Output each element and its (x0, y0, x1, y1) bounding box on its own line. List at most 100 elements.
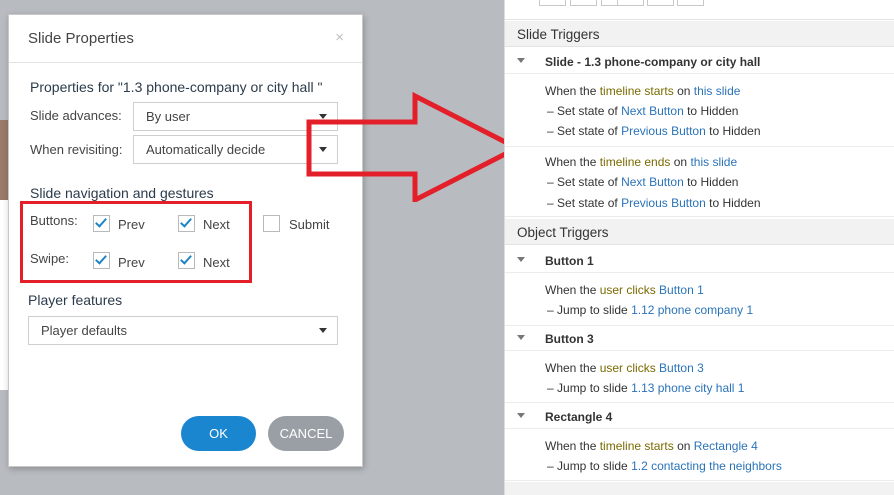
trigger-when-text: When the (545, 361, 600, 375)
object-trigger-group[interactable]: Rectangle 4 (505, 404, 894, 429)
buttons-next-label: Next (203, 217, 230, 232)
trigger-event: timeline ends (599, 155, 671, 169)
toolbar-button[interactable] (539, 0, 566, 6)
jump-slide-link[interactable]: 1.13 phone city hall 1 (631, 381, 744, 395)
slide-triggers-header[interactable]: Slide Triggers (505, 21, 894, 47)
submit-label: Submit (289, 217, 330, 232)
object-trigger-group[interactable]: Button 3 (505, 326, 894, 351)
trigger-event: timeline starts (599, 439, 674, 453)
trigger-condition: When the user clicks Button 1 (545, 283, 704, 297)
trigger-action: – Set state of Next Button to Hidden (547, 175, 739, 189)
checkmark-icon (95, 215, 107, 228)
object-trigger-group[interactable]: Button 1 (505, 248, 894, 273)
trigger-block[interactable] (505, 429, 894, 481)
submit-checkbox[interactable] (263, 215, 280, 232)
trigger-action: – Jump to slide 1.13 phone city hall 1 (547, 381, 745, 395)
action-state: Hidden (722, 124, 761, 138)
slide-advances-value: By user (146, 109, 191, 124)
trigger-target-link[interactable]: Rectangle 4 (694, 439, 758, 453)
action-to-text: to (683, 104, 701, 118)
action-state: Hidden (722, 196, 761, 210)
object-name: Rectangle 4 (545, 410, 613, 424)
collapse-triangle-icon[interactable] (517, 257, 525, 262)
checkmark-icon (180, 215, 192, 228)
trigger-event: user clicks (599, 361, 656, 375)
trigger-when-text: When the (545, 155, 600, 169)
swipe-prev-checkbox[interactable] (93, 252, 110, 269)
action-text: Set state of (557, 104, 622, 118)
action-text: Set state of (557, 124, 622, 138)
jump-slide-link[interactable]: 1.2 contacting the neighbors (631, 459, 782, 473)
action-object-link[interactable]: Next Button (621, 104, 684, 118)
next-section-header[interactable] (505, 482, 894, 495)
cancel-button[interactable]: CANCEL (268, 416, 344, 451)
swipe-prev-label: Prev (118, 255, 145, 270)
collapse-triangle-icon[interactable] (517, 58, 525, 63)
annotation-arrow-icon (306, 92, 523, 202)
trigger-action: – Set state of Next Button to Hidden (547, 104, 739, 118)
slide-advances-label: Slide advances: (30, 108, 122, 123)
checkmark-icon (95, 252, 107, 265)
trigger-block[interactable] (505, 273, 894, 326)
player-features-title: Player features (28, 292, 123, 308)
slide-trigger-group[interactable]: Slide - 1.3 phone-company or city hall (505, 49, 894, 74)
toolbar-button[interactable] (617, 0, 644, 6)
close-icon[interactable]: × (335, 29, 344, 46)
object-name: Button 1 (545, 254, 594, 268)
triggers-panel: Slide Triggers Slide - 1.3 phone-company… (504, 0, 894, 495)
trigger-on-text: on (673, 84, 694, 98)
dialog-titlebar: Slide Properties × (9, 15, 362, 63)
trigger-condition: When the user clicks Button 3 (545, 361, 704, 375)
object-name: Button 3 (545, 332, 594, 346)
object-triggers-header[interactable]: Object Triggers (505, 219, 894, 245)
buttons-label: Buttons: (30, 213, 78, 228)
action-to-text: to (705, 196, 723, 210)
action-state: Hidden (700, 175, 739, 189)
jump-slide-link[interactable]: 1.12 phone company 1 (631, 303, 753, 317)
buttons-next-checkbox[interactable] (178, 215, 195, 232)
player-features-value: Player defaults (41, 323, 127, 338)
trigger-action: – Jump to slide 1.12 phone company 1 (547, 303, 754, 317)
trigger-condition: When the timeline starts on Rectangle 4 (545, 439, 758, 453)
swipe-next-label: Next (203, 255, 230, 270)
dialog-title: Slide Properties (28, 30, 134, 47)
action-text: Set state of (557, 175, 622, 189)
player-features-dropdown[interactable]: Player defaults (28, 316, 338, 345)
buttons-prev-checkbox[interactable] (93, 215, 110, 232)
trigger-event: user clicks (599, 283, 656, 297)
action-state: Hidden (700, 104, 739, 118)
slide-properties-dialog: Slide Properties × Properties for "1.3 p… (8, 14, 363, 467)
trigger-action: – Set state of Previous Button to Hidden (547, 196, 761, 210)
action-object-link[interactable]: Previous Button (621, 124, 706, 138)
toolbar-button[interactable] (677, 0, 704, 6)
action-object-link[interactable]: Next Button (621, 175, 684, 189)
action-text: Jump to slide (557, 381, 632, 395)
trigger-target-link[interactable]: this slide (690, 155, 737, 169)
slide-group-title: Slide - 1.3 phone-company or city hall (545, 55, 761, 69)
toolbar-button[interactable] (570, 0, 597, 6)
action-text: Jump to slide (557, 303, 632, 317)
when-revisiting-value: Automatically decide (146, 142, 266, 157)
checkmark-icon (180, 252, 192, 265)
trigger-when-text: When the (545, 439, 600, 453)
trigger-target-link[interactable]: this slide (694, 84, 741, 98)
trigger-condition: When the timeline starts on this slide (545, 84, 740, 98)
ok-button[interactable]: OK (181, 416, 256, 451)
when-revisiting-label: When revisiting: (30, 142, 123, 157)
collapse-triangle-icon[interactable] (517, 335, 525, 340)
toolbar-button[interactable] (647, 0, 674, 6)
trigger-target-link[interactable]: Button 1 (656, 283, 704, 297)
trigger-when-text: When the (545, 84, 600, 98)
trigger-on-text: on (670, 155, 691, 169)
trigger-target-link[interactable]: Button 3 (656, 361, 704, 375)
trigger-event: timeline starts (599, 84, 674, 98)
trigger-action: – Set state of Previous Button to Hidden (547, 124, 761, 138)
properties-for-heading: Properties for "1.3 phone-company or cit… (30, 79, 323, 95)
swipe-next-checkbox[interactable] (178, 252, 195, 269)
trigger-block[interactable] (505, 351, 894, 403)
action-object-link[interactable]: Previous Button (621, 196, 706, 210)
collapse-triangle-icon[interactable] (517, 413, 525, 418)
trigger-action: – Jump to slide 1.2 contacting the neigh… (547, 459, 782, 473)
action-text: Set state of (557, 196, 622, 210)
triggers-toolbar (505, 0, 894, 20)
